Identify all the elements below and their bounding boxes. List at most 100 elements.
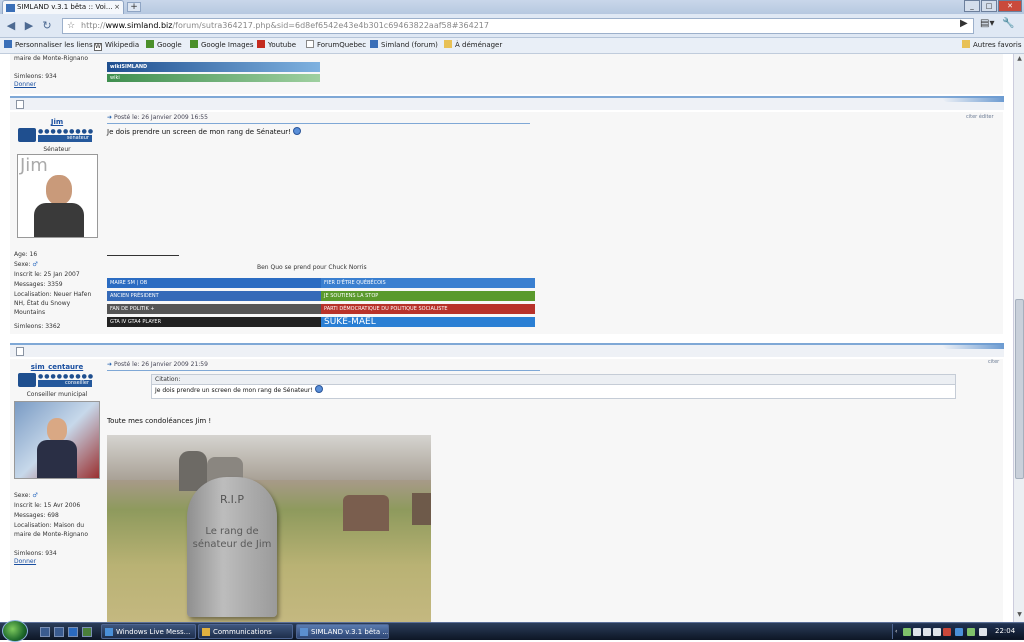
author-joined: Inscrit le: 25 Jan 2007: [14, 271, 80, 278]
quote-box: Citation: Je dois prendre un screen de m…: [151, 374, 956, 399]
prev-post-sidebar: maire de Monte-Rignano Simleons: 934 Don…: [10, 54, 104, 94]
scroll-up-icon[interactable]: ▲: [1015, 55, 1024, 65]
give-link[interactable]: Donner: [14, 557, 36, 566]
reload-icon[interactable]: ↻: [40, 19, 54, 32]
tray-icon[interactable]: [903, 628, 911, 636]
tray-icon[interactable]: [955, 628, 963, 636]
new-tab-button[interactable]: +: [127, 2, 141, 12]
wiki-banner[interactable]: wiki: [107, 74, 320, 82]
scroll-down-icon[interactable]: ▼: [1015, 611, 1024, 621]
post-author-sim-centaure: sim_centaure ●●●●●●●●● conseiller Consei…: [10, 359, 104, 622]
signature-banner[interactable]: ANCIEN PRÉSIDENT: [107, 291, 321, 301]
tray-expand-icon[interactable]: ‹: [895, 624, 897, 639]
page-scrollbar[interactable]: ▲ ▼: [1013, 54, 1024, 622]
wrench-icon[interactable]: 🔧: [1002, 18, 1014, 29]
post-body-jim: ➜ Posté le: 26 Janvier 2009 16:55 citer …: [104, 112, 1003, 334]
post-separator: [10, 96, 1004, 110]
signature-banner[interactable]: FAN DE POLITIK +: [107, 304, 321, 314]
address-bar[interactable]: ☆ http://www.simland.biz/forum/sutra3642…: [62, 18, 974, 34]
author-username[interactable]: sim_centaure: [10, 363, 104, 371]
network-icon[interactable]: [967, 628, 975, 636]
clock[interactable]: 22:04: [995, 624, 1015, 639]
avatar: Jim: [17, 154, 98, 238]
communications-icon: [202, 628, 210, 636]
author-joined: Inscrit le: 15 Avr 2006: [14, 502, 81, 509]
browser-tab[interactable]: SIMLAND v.3.1 bêta :: Voi... ×: [2, 0, 124, 14]
bookmark-item[interactable]: W Wikipedia: [94, 38, 139, 53]
tomb-text: Le rang de sénateur de Jim: [192, 526, 272, 550]
tray-icon[interactable]: [913, 628, 921, 636]
show-desktop-icon[interactable]: [40, 627, 50, 637]
signature-banner[interactable]: FIER D'ÊTRE QUÉBÉCOIS: [321, 278, 535, 288]
folder-icon: [444, 40, 452, 48]
taskbar-item[interactable]: Communications: [198, 624, 293, 639]
post-icon: [16, 347, 24, 356]
author-age: Age: 16: [14, 251, 38, 258]
google-icon: [190, 40, 198, 48]
rank-badge: ●●●●●●●●● sénateur: [18, 128, 96, 142]
browser-toolbar: ◀ ▶ ↻ ☆ http://www.simland.biz/forum/sut…: [0, 14, 1024, 38]
taskbar-item[interactable]: Windows Live Mess...: [101, 624, 196, 639]
tomb-rip: R.I.P: [219, 493, 245, 506]
post-controls[interactable]: citer: [988, 359, 999, 365]
smile-icon: [314, 385, 323, 393]
ie-icon[interactable]: [68, 627, 78, 637]
back-icon[interactable]: ◀: [4, 19, 18, 32]
bookmarks-bar: Personnaliser les liens W Wikipedia Googl…: [0, 38, 1024, 54]
post-date: ➜ Posté le: 26 Janvier 2009 21:59: [107, 361, 208, 368]
bookmark-item[interactable]: Google: [146, 38, 182, 53]
minimize-icon[interactable]: _: [964, 0, 980, 12]
tray-icon[interactable]: [923, 628, 931, 636]
browser-tab-strip: SIMLAND v.3.1 bêta :: Voi... × + _ □ ✕: [0, 0, 1024, 14]
tab-close-icon[interactable]: ×: [114, 1, 120, 14]
bookmark-item[interactable]: Personnaliser les liens: [4, 38, 93, 53]
volume-icon[interactable]: [979, 628, 987, 636]
switch-windows-icon[interactable]: [54, 627, 64, 637]
author-username[interactable]: Jim: [10, 118, 104, 126]
post-body-sim-centaure: ➜ Posté le: 26 Janvier 2009 21:59 citer …: [104, 359, 1003, 622]
author-location: Localisation: Maison du maire de Monte-R…: [14, 522, 88, 538]
signature-banner[interactable]: GTA IV GTA4 PLAYER: [107, 317, 321, 327]
prev-give-link[interactable]: Donner: [14, 80, 36, 89]
signature-banner[interactable]: MAIRE SM | OB: [107, 278, 321, 288]
author-sex: Sexe: ♂: [14, 492, 38, 499]
bookmark-item[interactable]: Google Images: [190, 38, 253, 53]
post-controls[interactable]: citer éditer: [966, 114, 994, 120]
scroll-thumb[interactable]: [1015, 299, 1024, 479]
post-message: Toute mes condoléances Jim !: [107, 417, 212, 425]
signature-banner[interactable]: SUKE-MAEL: [321, 317, 535, 327]
image-sky: [107, 435, 431, 480]
bookmark-star-icon[interactable]: ☆: [67, 19, 75, 33]
window-controls: _ □ ✕: [963, 0, 1022, 12]
page-menu-icon[interactable]: ▤▾: [980, 18, 994, 29]
wikisimland-banner[interactable]: wikiSIMLAND: [107, 62, 320, 72]
signature-banner[interactable]: PARTI DÉMOCRATIQUE DU POLITIQUE SOCIALIS…: [321, 304, 535, 314]
go-icon[interactable]: ▶: [960, 18, 968, 29]
start-button[interactable]: [2, 620, 28, 642]
youtube-icon: [257, 40, 265, 48]
google-icon: [146, 40, 154, 48]
forward-icon[interactable]: ▶: [22, 19, 36, 32]
bookmark-item[interactable]: Simland (forum): [370, 38, 438, 53]
window-close-icon[interactable]: ✕: [998, 0, 1022, 12]
taskbar-item[interactable]: SIMLAND v.3.1 bêta ...: [296, 624, 389, 639]
rank-dots: ●●●●●●●●●: [38, 128, 95, 135]
bookmark-item[interactable]: ForumQuebec: [306, 38, 366, 53]
maximize-icon[interactable]: □: [981, 0, 997, 12]
bookmark-item[interactable]: À déménager: [444, 38, 502, 53]
separator-wave: [942, 96, 1004, 102]
url-path: /forum/sutra364217.php&sid=6d8ef6542e43e…: [172, 21, 489, 30]
signature-banner[interactable]: JE SOUTIENS LA STOP: [321, 291, 535, 301]
bg-tombstone: [412, 493, 431, 525]
post-header-rule: [107, 123, 530, 124]
simland-icon: [370, 40, 378, 48]
tray-icon[interactable]: [943, 628, 951, 636]
post-header-rule: [107, 370, 540, 371]
tray-icon[interactable]: [933, 628, 941, 636]
quicklaunch-icon[interactable]: [82, 627, 92, 637]
system-tray: ‹ 22:04: [892, 624, 1024, 639]
other-bookmarks[interactable]: Autres favoris: [962, 38, 1022, 53]
bookmark-item[interactable]: Youtube: [257, 38, 296, 53]
avatar-body: [34, 203, 84, 237]
avatar-face: [46, 175, 72, 205]
